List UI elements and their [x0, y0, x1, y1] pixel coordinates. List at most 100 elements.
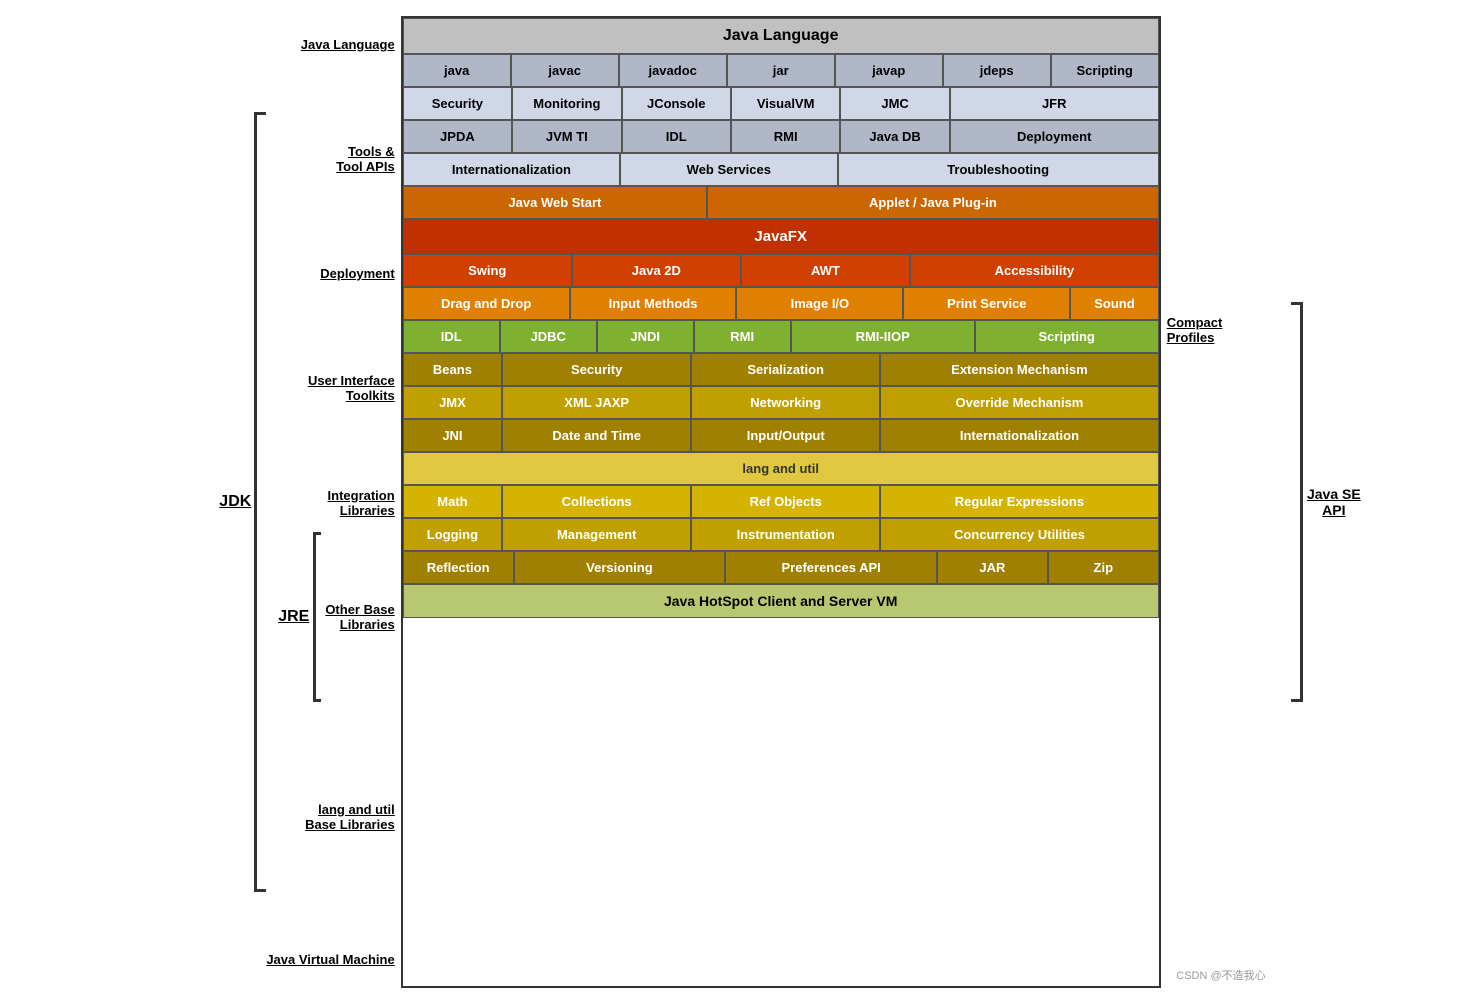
- other-base-row2: JMX XML JAXP Networking Override Mechani…: [403, 386, 1159, 419]
- cell-security: Security: [403, 87, 512, 120]
- cell-scripting-int: Scripting: [975, 320, 1159, 353]
- cell-sound: Sound: [1070, 287, 1158, 320]
- cell-serialization: Serialization: [691, 353, 880, 386]
- cell-scripting-tools: Scripting: [1051, 54, 1159, 87]
- java-se-api-label: Java SE API: [1307, 486, 1361, 518]
- cell-swing: Swing: [403, 254, 572, 287]
- javafx-row: JavaFX: [403, 219, 1159, 254]
- integration-label: Integration Libraries: [328, 488, 395, 518]
- cell-ref-objects: Ref Objects: [691, 485, 880, 518]
- integration-row: IDL JDBC JNDI RMI RMI-IIOP Scripting: [403, 320, 1159, 353]
- tools-row2: Security Monitoring JConsole VisualVM JM…: [403, 87, 1159, 120]
- tools-row4: Internationalization Web Services Troubl…: [403, 153, 1159, 186]
- lang-util-row3: Reflection Versioning Preferences API JA…: [403, 551, 1159, 584]
- ui-row1: Swing Java 2D AWT Accessibility: [403, 254, 1159, 287]
- cell-java2d: Java 2D: [572, 254, 741, 287]
- cell-jdeps: jdeps: [943, 54, 1051, 87]
- tools-row3: JPDA JVM TI IDL RMI Java DB Deployment: [403, 120, 1159, 153]
- cell-idl-tools: IDL: [622, 120, 731, 153]
- ui-row2: Drag and Drop Input Methods Image I/O Pr…: [403, 287, 1159, 320]
- cell-rmi-tools: RMI: [731, 120, 840, 153]
- cell-javadoc: javadoc: [619, 54, 727, 87]
- other-base-label: Other Base Libraries: [325, 602, 394, 632]
- deployment-label: Deployment: [320, 266, 394, 281]
- deployment-row: Java Web Start Applet / Java Plug-in: [403, 186, 1159, 219]
- cell-extension-mechanism: Extension Mechanism: [880, 353, 1159, 386]
- cell-awt: AWT: [741, 254, 910, 287]
- cell-versioning: Versioning: [514, 551, 726, 584]
- main-diagram: Java Language java javac javadoc jar jav…: [401, 16, 1161, 988]
- cell-accessibility: Accessibility: [910, 254, 1159, 287]
- cell-reflection: Reflection: [403, 551, 514, 584]
- cell-applet: Applet / Java Plug-in: [707, 186, 1159, 219]
- cell-jar: JAR: [937, 551, 1048, 584]
- cell-networking: Networking: [691, 386, 880, 419]
- tools-label: Tools & Tool APIs: [336, 144, 395, 174]
- lang-util-label: lang and util Base Libraries: [305, 802, 395, 832]
- cell-rmi-int: RMI: [694, 320, 791, 353]
- cell-javac: javac: [511, 54, 619, 87]
- cell-web-services: Web Services: [620, 153, 837, 186]
- cell-visualvm: VisualVM: [731, 87, 840, 120]
- cell-print-service: Print Service: [903, 287, 1070, 320]
- cell-jmc: JMC: [840, 87, 949, 120]
- cell-regular-expressions: Regular Expressions: [880, 485, 1159, 518]
- cell-math: Math: [403, 485, 503, 518]
- cell-zip: Zip: [1048, 551, 1159, 584]
- cell-input-output: Input/Output: [691, 419, 880, 452]
- cell-input-methods: Input Methods: [570, 287, 737, 320]
- watermark: CSDN @不造我心: [1176, 967, 1265, 983]
- cell-jndi: JNDI: [597, 320, 694, 353]
- cell-deployment-tools: Deployment: [950, 120, 1159, 153]
- other-base-row1: Beans Security Serialization Extension M…: [403, 353, 1159, 386]
- cell-jmx: JMX: [403, 386, 503, 419]
- cell-java-web-start: Java Web Start: [403, 186, 707, 219]
- java-language-header-row: Java Language: [403, 18, 1159, 54]
- cell-monitoring: Monitoring: [512, 87, 621, 120]
- jre-label: JRE: [278, 608, 309, 626]
- cell-jni: JNI: [403, 419, 503, 452]
- lang-util-header-row: lang and util: [403, 452, 1159, 485]
- cell-lang-util-header: lang and util: [403, 452, 1159, 485]
- cell-jpda: JPDA: [403, 120, 512, 153]
- cell-image-io: Image I/O: [736, 287, 903, 320]
- jvm-label: Java Virtual Machine: [266, 952, 394, 967]
- tools-row1: java javac javadoc jar javap jdeps Scrip…: [403, 54, 1159, 87]
- cell-troubleshooting: Troubleshooting: [838, 153, 1159, 186]
- cell-javadb: Java DB: [840, 120, 949, 153]
- cell-drag-drop: Drag and Drop: [403, 287, 570, 320]
- cell-jdbc: JDBC: [500, 320, 597, 353]
- cell-xml-jaxp: XML JAXP: [502, 386, 691, 419]
- cell-preferences-api: Preferences API: [725, 551, 937, 584]
- cell-jfr: JFR: [950, 87, 1159, 120]
- cell-jvm: Java HotSpot Client and Server VM: [403, 584, 1159, 618]
- lang-util-row2: Logging Management Instrumentation Concu…: [403, 518, 1159, 551]
- jdk-label: JDK: [219, 493, 251, 511]
- compact-profiles-label: Compact Profiles: [1167, 315, 1223, 345]
- cell-security-base: Security: [502, 353, 691, 386]
- java-language-header: Java Language: [403, 18, 1159, 54]
- lang-util-row1: Math Collections Ref Objects Regular Exp…: [403, 485, 1159, 518]
- cell-javafx: JavaFX: [403, 219, 1159, 254]
- java-language-label: Java Language: [301, 37, 395, 52]
- cell-override-mechanism: Override Mechanism: [880, 386, 1159, 419]
- cell-instrumentation: Instrumentation: [691, 518, 880, 551]
- cell-internationalization-tools: Internationalization: [403, 153, 620, 186]
- cell-beans: Beans: [403, 353, 503, 386]
- cell-jar: jar: [727, 54, 835, 87]
- ui-toolkits-label: User Interface Toolkits: [308, 373, 395, 403]
- cell-concurrency-utilities: Concurrency Utilities: [880, 518, 1159, 551]
- cell-date-time: Date and Time: [502, 419, 691, 452]
- cell-jconsole: JConsole: [622, 87, 731, 120]
- cell-jvmti: JVM TI: [512, 120, 621, 153]
- cell-java: java: [403, 54, 511, 87]
- other-base-row3: JNI Date and Time Input/Output Internati…: [403, 419, 1159, 452]
- cell-internationalization-base: Internationalization: [880, 419, 1159, 452]
- cell-idl-int: IDL: [403, 320, 500, 353]
- jvm-row: Java HotSpot Client and Server VM: [403, 584, 1159, 618]
- cell-javap: javap: [835, 54, 943, 87]
- cell-collections: Collections: [502, 485, 691, 518]
- cell-logging: Logging: [403, 518, 503, 551]
- cell-management: Management: [502, 518, 691, 551]
- cell-rmiiiop: RMI-IIOP: [791, 320, 975, 353]
